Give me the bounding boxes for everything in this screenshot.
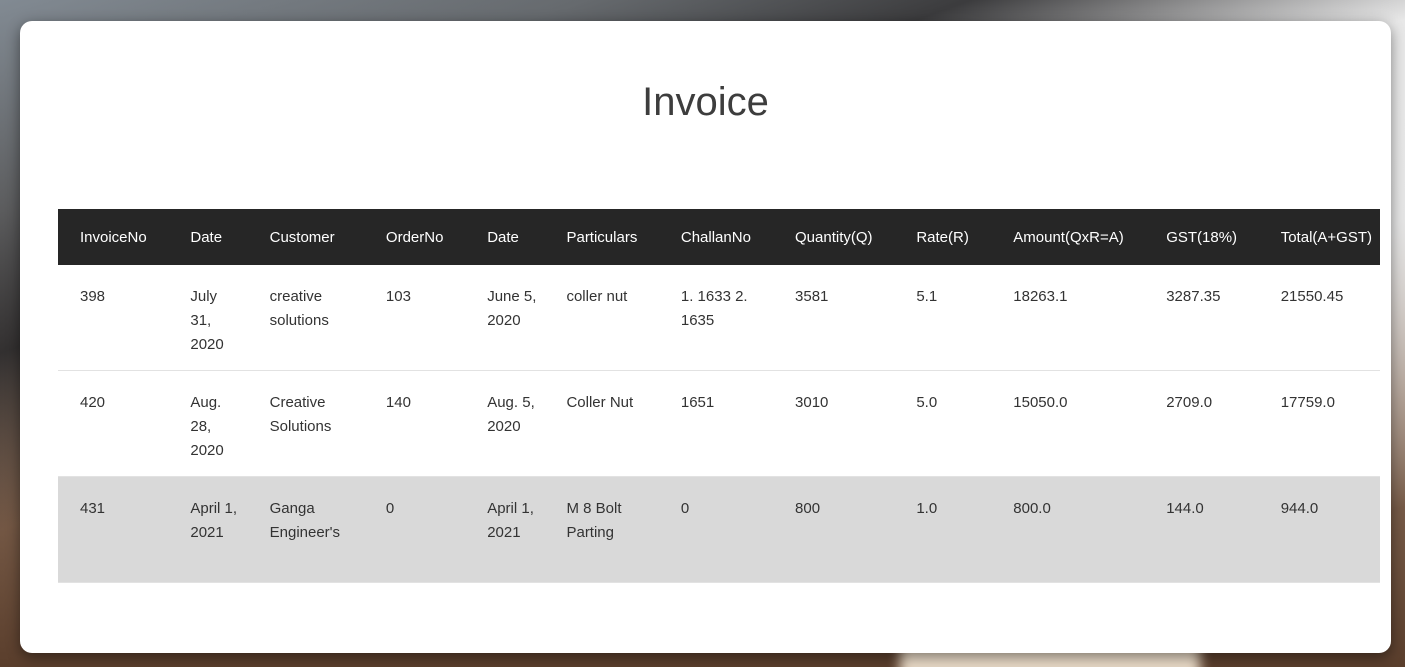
cell-rate: 1.0: [916, 500, 938, 517]
cell-amount: 15050.0: [1013, 394, 1068, 411]
cell-gst: 144.0: [1166, 500, 1204, 517]
cell-total: 944.0: [1280, 500, 1319, 517]
cell-order-date: Aug. 5, 2020: [487, 394, 535, 435]
cell-invoice-no: 420: [80, 394, 106, 411]
table-row: 420 Aug. 28, 2020 Creative Solutions 140…: [58, 371, 1380, 477]
page-title: Invoice: [642, 80, 769, 124]
column-header-invoice-no: InvoiceNo: [80, 228, 147, 246]
cell-invoice-no: 431: [80, 500, 106, 517]
column-header-total: Total(A+GST): [1280, 228, 1372, 246]
cell-invoice-no: 398: [80, 288, 106, 305]
cell-date: July 31, 2020: [190, 288, 224, 353]
cell-particulars: Coller Nut: [566, 394, 634, 411]
table-header-row: InvoiceNo Date Customer OrderNo Date Par…: [58, 209, 1380, 265]
cell-rate: 5.1: [916, 288, 938, 305]
cell-quantity: 3010: [795, 394, 829, 411]
cell-order-date: April 1, 2021: [487, 500, 534, 541]
cell-order-no: 103: [385, 288, 411, 305]
invoice-table: InvoiceNo Date Customer OrderNo Date Par…: [58, 209, 1380, 583]
cell-order-no: 0: [385, 500, 395, 517]
cell-order-date: June 5, 2020: [487, 288, 537, 329]
cell-total: 17759.0: [1280, 394, 1335, 411]
table-header: InvoiceNo Date Customer OrderNo Date Par…: [58, 209, 1380, 265]
cell-customer: creative solutions: [269, 288, 329, 329]
cell-amount: 800.0: [1013, 500, 1051, 517]
cell-challan-no: 1. 1633 2. 1635: [680, 288, 748, 329]
column-header-date: Date: [190, 228, 223, 246]
cell-challan-no: 1651: [680, 394, 715, 411]
cell-amount: 18263.1: [1013, 288, 1068, 305]
column-header-order-no: OrderNo: [385, 228, 444, 246]
table-row-highlighted: 431 April 1, 2021 Ganga Engineer's 0 Apr…: [58, 476, 1380, 583]
cell-quantity: 3581: [795, 288, 829, 305]
cell-total: 21550.45: [1280, 288, 1344, 305]
table-row: 398 July 31, 2020 creative solutions 103…: [58, 265, 1380, 371]
column-header-challan-no: ChallanNo: [680, 228, 751, 246]
cell-particulars: M 8 Bolt Parting: [566, 500, 622, 541]
column-header-amount: Amount(QxR=A): [1013, 228, 1124, 246]
cell-gst: 3287.35: [1166, 288, 1221, 305]
cell-customer: Creative Solutions: [269, 394, 332, 435]
cell-quantity: 800: [795, 500, 821, 517]
cell-challan-no: 0: [680, 500, 690, 517]
column-header-customer: Customer: [269, 228, 335, 246]
cell-date: April 1, 2021: [190, 500, 238, 541]
column-header-order-date: Date: [487, 228, 519, 246]
column-header-quantity: Quantity(Q): [795, 228, 873, 246]
cell-particulars: coller nut: [566, 288, 628, 305]
column-header-gst: GST(18%): [1166, 228, 1238, 246]
cell-gst: 2709.0: [1166, 394, 1213, 411]
table-body: 398 July 31, 2020 creative solutions 103…: [58, 265, 1380, 583]
cell-rate: 5.0: [916, 394, 938, 411]
invoice-card: Invoice InvoiceNo Date Customer OrderNo …: [20, 21, 1391, 653]
column-header-rate: Rate(R): [916, 228, 969, 246]
cell-customer: Ganga Engineer's: [269, 500, 341, 541]
column-header-particulars: Particulars: [566, 228, 638, 246]
cell-order-no: 140: [385, 394, 411, 411]
cell-date: Aug. 28, 2020: [190, 394, 224, 459]
